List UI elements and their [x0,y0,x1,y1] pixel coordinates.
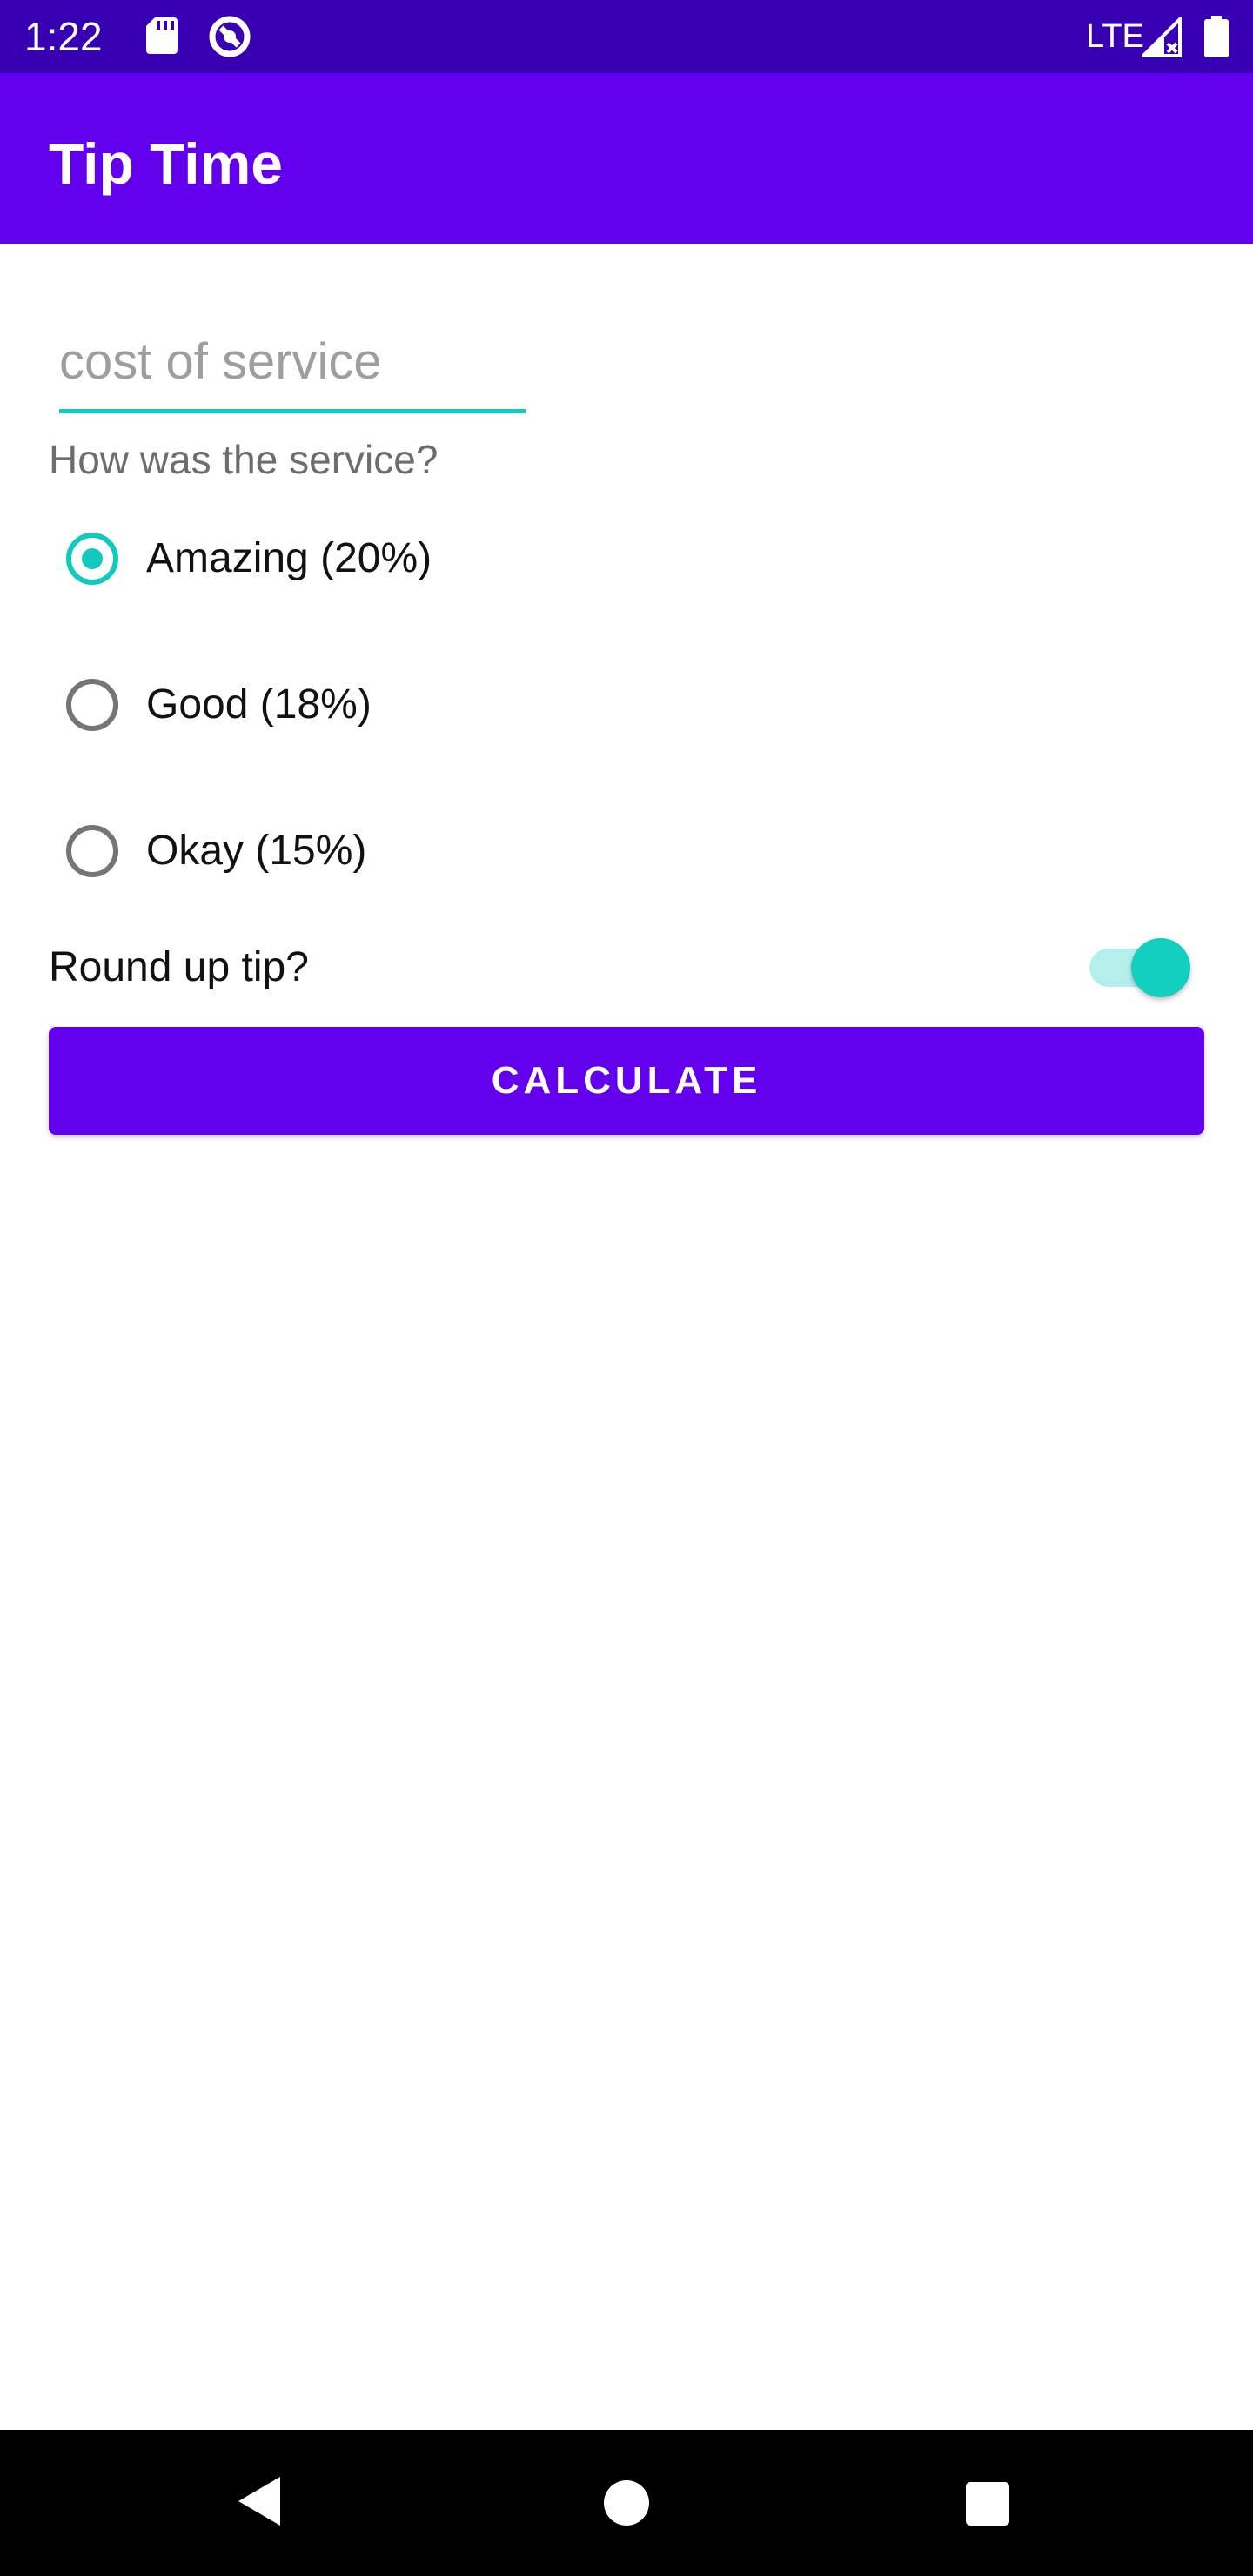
sd-card-icon [146,17,178,58]
status-time: 1:22 [24,14,103,59]
radio-dot [82,548,103,569]
switch-thumb[interactable] [1131,938,1190,997]
recents-icon[interactable] [966,2482,1009,2526]
radio-option-amazing[interactable]: Amazing (20%) [49,519,658,606]
cost-of-service-input[interactable] [59,327,526,395]
calculate-button[interactable]: CALCULATE [49,1027,1204,1135]
radio-checked-icon[interactable] [66,533,118,585]
battery-icon [1204,16,1229,62]
signal-icon [1139,15,1182,62]
app-bar: Tip Time [0,73,1253,244]
navigation-bar [0,2430,1253,2576]
network-type: LTE [1086,18,1144,55]
back-icon[interactable] [235,2475,284,2532]
screen: 1:22 LTE Tip Time cost of service How wa… [0,0,1253,2576]
radio-label-good: Good (18%) [146,681,372,728]
radio-label-amazing: Amazing (20%) [146,535,432,581]
round-up-label: Round up tip? [49,944,309,990]
app-title: Tip Time [49,131,283,196]
status-bar: 1:22 LTE [0,0,1253,73]
home-icon[interactable] [604,2480,649,2526]
radio-unchecked-icon[interactable] [66,679,118,731]
radio-unchecked-icon[interactable] [66,825,118,877]
radio-option-good[interactable]: Good (18%) [49,665,658,752]
service-question: How was the service? [49,437,439,482]
cost-of-service-field[interactable] [59,322,526,413]
radio-label-okay: Okay (15%) [146,828,367,874]
round-up-switch[interactable] [1089,936,1194,997]
radio-option-okay[interactable]: Okay (15%) [49,811,658,898]
data-saver-icon [207,14,252,64]
